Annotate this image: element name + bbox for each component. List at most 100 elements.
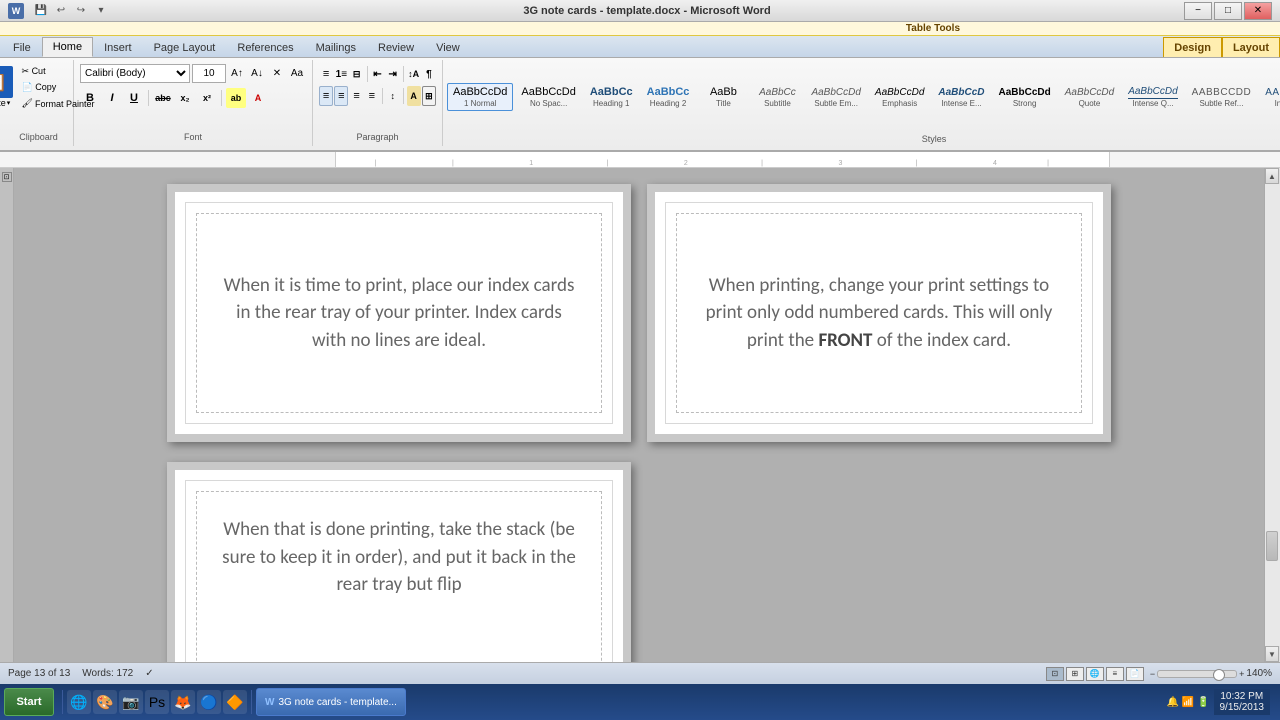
style-subtle-em[interactable]: AaBbCcDd Subtle Em... (805, 84, 866, 111)
spell-check-icon[interactable]: ✓ (145, 668, 153, 679)
subscript-button[interactable]: x₂ (175, 88, 195, 108)
ruler: | | 1 | 2 | 3 | 4 | (0, 152, 1280, 168)
style-normal[interactable]: AaBbCcDd 1 Normal (447, 83, 513, 111)
strikethrough-button[interactable]: abc (153, 88, 173, 108)
index-card-3[interactable]: When that is done printing, take the sta… (185, 480, 613, 662)
style-title[interactable]: AaBb Title (697, 83, 749, 111)
taskbar-lr-icon[interactable]: 📷 (119, 690, 143, 714)
vertical-scrollbar[interactable]: ▲ ▼ (1264, 168, 1280, 662)
quick-redo-btn[interactable]: ↪ (72, 2, 90, 20)
font-color-button[interactable]: A (248, 88, 268, 108)
tab-file[interactable]: File (2, 37, 42, 57)
taskbar-vlc-icon[interactable]: 🔶 (223, 690, 247, 714)
paste-dropdown-icon[interactable]: ▾ (7, 99, 11, 107)
font-size-input[interactable] (192, 64, 226, 83)
outline-view-btn[interactable]: ≡ (1106, 667, 1124, 681)
text-highlight-button[interactable]: ab (226, 88, 246, 108)
change-case-button[interactable]: Aa (288, 65, 306, 83)
align-right-button[interactable]: ≡ (349, 86, 363, 106)
tab-view[interactable]: View (425, 37, 471, 57)
close-button[interactable]: ✕ (1244, 2, 1272, 20)
taskbar-ps-icon[interactable]: 🎨 (93, 690, 117, 714)
decrease-indent-button[interactable]: ⇤ (370, 64, 384, 84)
border-button[interactable]: ⊞ (422, 86, 436, 106)
maximize-button[interactable]: □ (1214, 2, 1242, 20)
scroll-track (1265, 184, 1280, 646)
italic-button[interactable]: I (102, 88, 122, 108)
scroll-down-button[interactable]: ▼ (1265, 646, 1279, 662)
style-subtle-ref[interactable]: AaBbCcDd Subtle Ref... (1186, 84, 1258, 111)
index-card-2[interactable]: When printing, change your print setting… (665, 202, 1093, 424)
style-subtitle[interactable]: AaBbCc Subtitle (751, 84, 803, 111)
justify-button[interactable]: ≡ (365, 86, 379, 106)
taskbar-word-button[interactable]: W 3G note cards - template... (256, 688, 406, 716)
font-shrink-button[interactable]: A↓ (248, 65, 266, 83)
quick-save-btn[interactable]: 💾 (32, 2, 50, 20)
table-tools-label: Table Tools (906, 23, 960, 34)
word-taskbar-label: 3G note cards - template... (278, 697, 396, 708)
superscript-button[interactable]: x² (197, 88, 217, 108)
style-intense-q[interactable]: AaBbCcDd Intense Q... (1122, 83, 1183, 111)
taskbar-ff-icon[interactable]: 🦊 (171, 690, 195, 714)
style-heading1[interactable]: AaBbCc Heading 1 (584, 83, 639, 111)
style-heading2[interactable]: AaBbCc Heading 2 (641, 83, 696, 111)
quick-undo-btn[interactable]: ↩ (52, 2, 70, 20)
pages-scroll-area[interactable]: When it is time to print, place our inde… (14, 168, 1264, 662)
tab-mailings[interactable]: Mailings (305, 37, 367, 57)
scroll-up-button[interactable]: ▲ (1265, 168, 1279, 184)
page-wrapper-right-1: When printing, change your print setting… (647, 184, 1111, 442)
zoom-thumb[interactable] (1213, 669, 1225, 681)
web-layout-view-btn[interactable]: 🌐 (1086, 667, 1104, 681)
tab-references[interactable]: References (226, 37, 304, 57)
tab-page-layout[interactable]: Page Layout (143, 37, 227, 57)
font-clear-button[interactable]: ✕ (268, 65, 286, 83)
zoom-out-icon[interactable]: − (1150, 669, 1155, 679)
tab-design[interactable]: Design (1163, 37, 1222, 57)
style-no-spacing[interactable]: AaBbCcDd No Spac... (515, 83, 581, 111)
taskbar-ps2-icon[interactable]: Ps (145, 690, 169, 714)
scroll-thumb[interactable] (1266, 531, 1278, 561)
sort-button[interactable]: ↕A (407, 64, 421, 84)
shading-button[interactable]: A (407, 86, 421, 106)
font-grow-button[interactable]: A↑ (228, 65, 246, 83)
line-spacing-button[interactable]: ↕ (386, 86, 400, 106)
increase-indent-button[interactable]: ⇥ (386, 64, 400, 84)
minimize-button[interactable]: − (1184, 2, 1212, 20)
bold-button[interactable]: B (80, 88, 100, 108)
start-button[interactable]: Start (4, 688, 54, 716)
selection-tool[interactable]: ⊡ (2, 172, 12, 182)
zoom-control[interactable]: − + 140% (1150, 668, 1272, 679)
style-intense-r[interactable]: AaBbCcDd Intense R... (1259, 84, 1280, 111)
underline-button[interactable]: U (124, 88, 144, 108)
taskbar-chrome-icon[interactable]: 🔵 (197, 690, 221, 714)
paste-button[interactable]: 📋 Paste ▾ (0, 64, 15, 110)
multilevel-list-button[interactable]: ⊟ (349, 64, 363, 84)
styles-gallery: AaBbCcDd 1 Normal AaBbCcDd No Spac... Aa… (447, 62, 1280, 132)
numbering-button[interactable]: 1≡ (334, 64, 348, 84)
bullets-button[interactable]: ≡ (319, 64, 333, 84)
zoom-slider[interactable] (1157, 670, 1237, 678)
tab-layout[interactable]: Layout (1222, 37, 1280, 57)
card-3-inner: When that is done printing, take the sta… (196, 491, 602, 662)
taskbar-sep-1 (62, 690, 63, 714)
style-strong[interactable]: AaBbCcDd Strong (993, 84, 1057, 111)
card-1-text: When it is time to print, place our inde… (221, 272, 577, 355)
print-layout-view-btn[interactable]: ⊡ (1046, 667, 1064, 681)
taskbar-ie-icon[interactable]: 🌐 (67, 690, 91, 714)
font-name-select[interactable]: Calibri (Body) (80, 64, 190, 83)
zoom-in-icon[interactable]: + (1239, 669, 1244, 679)
align-center-button[interactable]: ≡ (334, 86, 348, 106)
align-left-button[interactable]: ≡ (319, 86, 333, 106)
show-hide-button[interactable]: ¶ (422, 64, 436, 84)
style-intense-em[interactable]: AaBbCcD Intense E... (932, 84, 990, 111)
tab-review[interactable]: Review (367, 37, 425, 57)
style-emphasis[interactable]: AaBbCcDd Emphasis (869, 84, 930, 111)
tab-home[interactable]: Home (42, 37, 93, 57)
draft-view-btn[interactable]: 📄 (1126, 667, 1144, 681)
tab-insert[interactable]: Insert (93, 37, 143, 57)
document-area: ⊡ When it is time to print, place our in… (0, 168, 1280, 662)
index-card-1[interactable]: When it is time to print, place our inde… (185, 202, 613, 424)
quick-more-btn[interactable]: ▾ (92, 2, 110, 20)
full-screen-view-btn[interactable]: ⊞ (1066, 667, 1084, 681)
style-quote[interactable]: AaBbCcDd Quote (1059, 84, 1120, 111)
